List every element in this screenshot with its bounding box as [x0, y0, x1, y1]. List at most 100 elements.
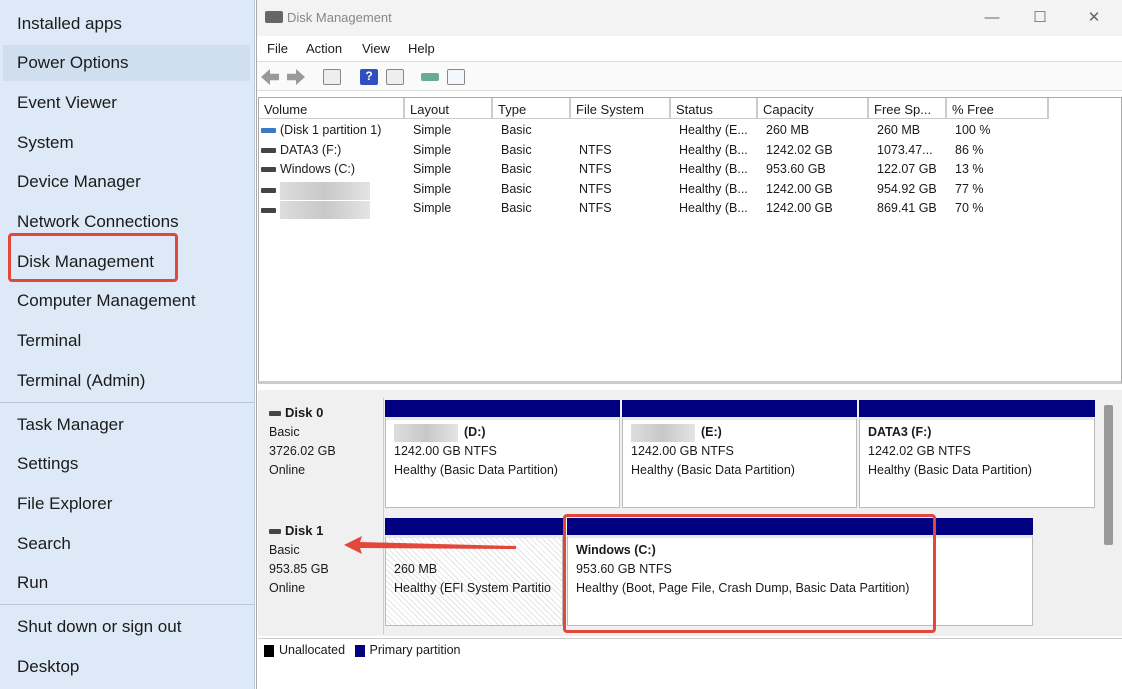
table-cell: 13 %: [955, 162, 984, 177]
partition-name: (E:): [631, 423, 848, 442]
unallocated-swatch: [264, 644, 274, 657]
disk-size: 953.85 GB: [269, 562, 329, 576]
menu-item-event-viewer[interactable]: Event Viewer: [3, 85, 250, 121]
volume-icon: [261, 167, 276, 173]
properties-icon[interactable]: [447, 69, 465, 85]
table-cell: NTFS: [579, 142, 612, 157]
table-cell: 260 MB: [877, 123, 921, 137]
menu-item-power-options[interactable]: Power Options: [3, 45, 250, 81]
partition-name-text: (D:): [464, 425, 486, 439]
column-header-2[interactable]: Type: [493, 98, 571, 119]
disk-view-scrollbar[interactable]: [1104, 405, 1113, 545]
primary-partition-swatch: [354, 644, 365, 657]
menu-item-system[interactable]: System: [3, 125, 250, 161]
menu-item-settings[interactable]: Settings: [3, 446, 250, 482]
column-header-6[interactable]: Free Sp...: [869, 98, 947, 119]
table-cell: Windows (C:): [261, 162, 355, 176]
minimize-button[interactable]: —: [969, 6, 1015, 30]
menu-item-terminal-admin-[interactable]: Terminal (Admin): [3, 363, 250, 399]
menu-item-search[interactable]: Search: [3, 526, 250, 562]
column-header-3[interactable]: File System: [571, 98, 671, 119]
menu-file[interactable]: File: [267, 41, 288, 56]
menu-item-terminal[interactable]: Terminal: [3, 323, 250, 359]
table-cell: Healthy (B...: [679, 201, 748, 216]
show-hide-console-icon[interactable]: [323, 69, 341, 85]
menu-item-computer-management[interactable]: Computer Management: [3, 283, 250, 319]
table-cell: Basic: [501, 162, 532, 177]
back-icon[interactable]: [261, 69, 279, 85]
disk-icon: [269, 411, 281, 417]
volume-name[interactable]: DATA3 (F:): [280, 143, 341, 157]
partition-size: 1242.00 GB NTFS: [394, 444, 497, 458]
volume-icon: [261, 207, 276, 213]
menu-help[interactable]: Help: [408, 41, 435, 56]
disk-management-icon: [265, 11, 283, 23]
menu-divider: [0, 402, 255, 403]
volume-list: Volume Layout Type File System Status Capacit…: [258, 97, 1122, 384]
disk-icon: [269, 529, 281, 535]
table-cell: Simple: [413, 181, 452, 196]
table-cell: 260 MB: [766, 123, 810, 137]
maximize-button[interactable]: ☐: [1017, 6, 1063, 30]
menu-view[interactable]: View: [362, 41, 390, 56]
disk-label-0[interactable]: Disk 0 Basic 3726.02 GB Online: [260, 398, 384, 516]
column-header-5[interactable]: Capacity: [758, 98, 869, 119]
volume-icon: [261, 188, 276, 194]
disk-status: Online: [269, 463, 306, 477]
legend: Unallocated Primary partition: [258, 638, 1122, 660]
disk-name-text: Disk 1: [285, 523, 324, 538]
menu-item-desktop[interactable]: Desktop: [3, 649, 250, 685]
annotation-highlight-windows-c: [563, 514, 936, 633]
column-header-7[interactable]: % Free: [947, 98, 1049, 119]
menu-item-run[interactable]: Run: [3, 565, 250, 601]
menu-item-shut-down-or-sign-out[interactable]: Shut down or sign out: [3, 609, 250, 645]
table-cell: 954.92 GB: [877, 181, 937, 196]
table-cell: Basic: [501, 201, 532, 216]
menu-item-task-manager[interactable]: Task Manager: [3, 407, 250, 443]
table-cell: Healthy (B...: [679, 181, 748, 196]
toolbar: ?: [257, 61, 1122, 91]
table-cell: Simple: [413, 123, 452, 137]
table-cell: Healthy (B...: [679, 162, 748, 177]
partition[interactable]: DATA3 (F:) 1242.02 GB NTFS Healthy (Basic …: [859, 400, 1095, 508]
table-cell: Healthy (E...: [679, 123, 748, 137]
column-header-1[interactable]: Layout: [405, 98, 493, 119]
redacted-partition-label: [631, 423, 695, 442]
legend-unallocated: Unallocated: [279, 643, 346, 657]
volume-name[interactable]: (Disk 1 partition 1): [280, 123, 381, 137]
forward-icon[interactable]: [287, 69, 305, 85]
redacted-volume-name: [280, 181, 370, 200]
table-cell: Simple: [413, 142, 452, 157]
partition[interactable]: (D:) 1242.00 GB NTFS Healthy (Basic Data P…: [385, 400, 620, 508]
disk-type: Basic: [269, 425, 300, 439]
action-pane-icon[interactable]: [386, 69, 404, 85]
column-header-4[interactable]: Status: [671, 98, 758, 119]
table-cell: 86 %: [955, 142, 984, 157]
disk-name-text: Disk 0: [285, 405, 324, 420]
menu-divider: [0, 604, 255, 605]
partition-status: Healthy (EFI System Partitio: [394, 581, 551, 595]
disk-status: Online: [269, 581, 306, 595]
partition-name-text: DATA3 (F:): [868, 425, 932, 439]
table-cell: 953.60 GB: [766, 162, 826, 177]
column-header-0[interactable]: Volume: [259, 98, 405, 119]
rescan-disks-icon[interactable]: [421, 73, 439, 81]
partition-bar: [385, 400, 620, 417]
table-cell: 77 %: [955, 181, 984, 196]
close-button[interactable]: ✕: [1071, 6, 1117, 30]
volume-name[interactable]: Windows (C:): [280, 162, 355, 176]
menu-item-installed-apps[interactable]: Installed apps: [3, 6, 250, 42]
annotation-highlight-disk-management: [8, 233, 178, 282]
table-cell: Basic: [501, 181, 532, 196]
table-cell: [261, 201, 370, 220]
table-cell: NTFS: [579, 162, 612, 177]
menu-item-device-manager[interactable]: Device Manager: [3, 164, 250, 200]
table-cell: 1242.02 GB: [766, 142, 833, 157]
menu-item-file-explorer[interactable]: File Explorer: [3, 486, 250, 522]
annotation-arrow: [344, 536, 516, 554]
table-cell: Healthy (B...: [679, 142, 748, 157]
help-icon[interactable]: ?: [360, 69, 378, 85]
partition-status: Healthy (Basic Data Partition): [394, 463, 558, 477]
menu-action[interactable]: Action: [306, 41, 342, 56]
partition[interactable]: (E:) 1242.00 GB NTFS Healthy (Basic Data P…: [622, 400, 857, 508]
